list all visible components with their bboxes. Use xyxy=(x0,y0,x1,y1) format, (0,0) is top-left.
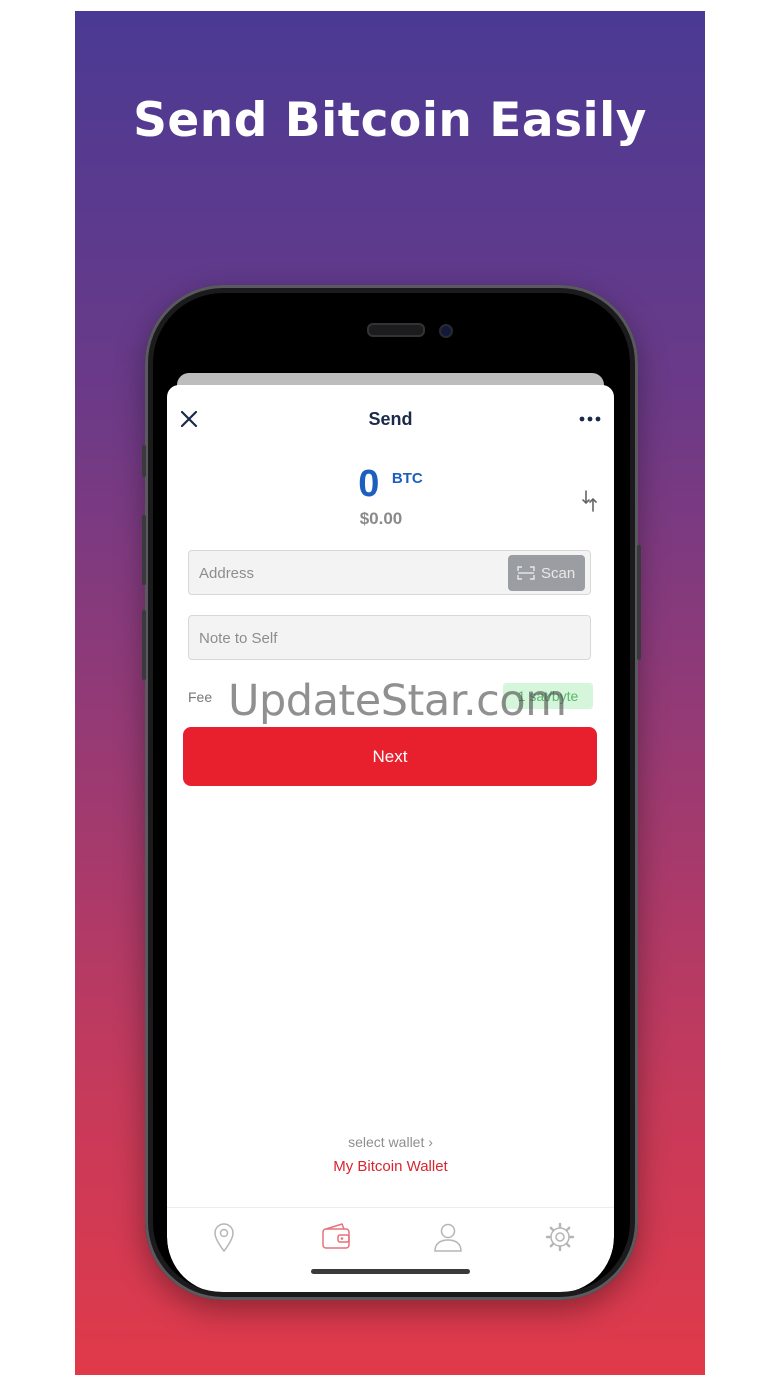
wallet-icon xyxy=(322,1223,350,1249)
mute-switch xyxy=(142,445,146,477)
fee-label: Fee xyxy=(188,689,213,705)
tab-map[interactable] xyxy=(207,1220,241,1254)
next-button[interactable]: Next xyxy=(183,727,597,786)
send-sheet: Send 0 BTC $0.00 Address Scan Note to Se… xyxy=(167,385,614,1292)
tab-profile[interactable] xyxy=(431,1220,465,1254)
amount-display[interactable]: 0 BTC xyxy=(167,463,614,505)
amount-unit: BTC xyxy=(391,470,423,487)
nav-bar: Send xyxy=(167,385,614,445)
app-screen: Send 0 BTC $0.00 Address Scan Note to Se… xyxy=(167,373,614,1292)
address-input[interactable]: Address Scan xyxy=(188,550,591,595)
address-placeholder: Address xyxy=(199,565,255,582)
front-camera-icon xyxy=(439,324,453,338)
more-options-button[interactable] xyxy=(576,403,604,427)
tab-bar xyxy=(167,1207,614,1278)
watermark: UpdateStar.com xyxy=(228,676,567,726)
selected-wallet-name[interactable]: My Bitcoin Wallet xyxy=(167,1158,614,1175)
currency-swap-button[interactable] xyxy=(581,489,599,513)
settings-gear-icon xyxy=(545,1222,575,1252)
volume-up-button xyxy=(142,515,146,585)
earpiece-speaker xyxy=(367,323,425,337)
tab-wallet[interactable] xyxy=(319,1220,353,1254)
power-button xyxy=(637,545,641,660)
scan-button[interactable]: Scan xyxy=(508,555,585,591)
user-icon xyxy=(434,1223,462,1252)
qr-scan-icon xyxy=(517,566,535,580)
scan-label: Scan xyxy=(541,565,576,582)
swap-arrows-icon xyxy=(582,490,597,512)
note-placeholder: Note to Self xyxy=(199,630,278,647)
volume-down-button xyxy=(142,610,146,680)
note-input[interactable]: Note to Self xyxy=(188,615,591,660)
fiat-amount: $0.00 xyxy=(359,509,403,528)
page-title: Send xyxy=(368,409,413,429)
location-pin-icon xyxy=(214,1223,234,1253)
home-indicator xyxy=(311,1269,470,1274)
tab-settings[interactable] xyxy=(543,1220,577,1254)
promo-headline: Send Bitcoin Easily xyxy=(133,93,647,148)
select-wallet-link[interactable]: select wallet › xyxy=(167,1134,614,1150)
phone-frame: Send 0 BTC $0.00 Address Scan Note to Se… xyxy=(142,285,641,1300)
amount-value: 0 xyxy=(358,463,380,505)
screen-bezel: Send 0 BTC $0.00 Address Scan Note to Se… xyxy=(153,293,630,1292)
more-horizontal-icon xyxy=(579,416,601,422)
